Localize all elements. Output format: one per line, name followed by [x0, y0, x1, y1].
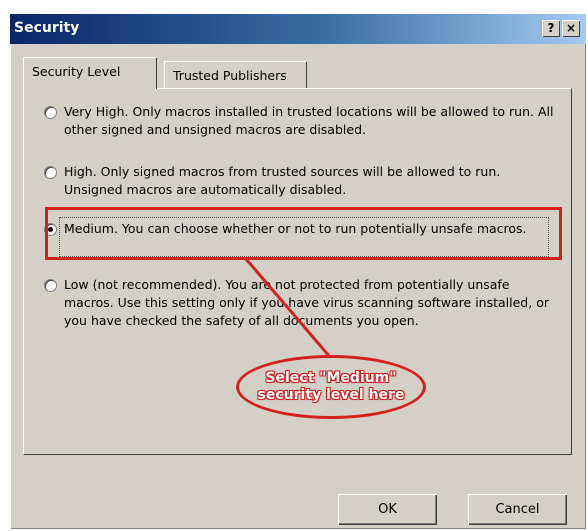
dialog-title: Security [14, 20, 80, 36]
tab-trusted-publishers[interactable]: Trusted Publishers [164, 61, 307, 88]
title-bar: Security ? × [10, 14, 586, 44]
help-button[interactable]: ? [542, 20, 560, 37]
annotation-callout: Select "Medium" security level here [236, 355, 426, 419]
tab-security-level[interactable]: Security Level [23, 57, 157, 89]
security-level-panel: Very High. Only macros installed in trus… [23, 88, 572, 455]
close-button[interactable]: × [562, 20, 580, 37]
ok-button[interactable]: OK [338, 494, 437, 525]
annotation-line2: security level here [257, 387, 405, 403]
tab-trusted-publishers-label: Trusted Publishers [173, 68, 287, 83]
cancel-button[interactable]: Cancel [468, 494, 567, 525]
annotation-line1: Select "Medium" [265, 370, 397, 386]
security-dialog: Security ? × Security Level Trusted Publ… [10, 14, 586, 529]
tab-security-level-label: Security Level [32, 64, 121, 79]
